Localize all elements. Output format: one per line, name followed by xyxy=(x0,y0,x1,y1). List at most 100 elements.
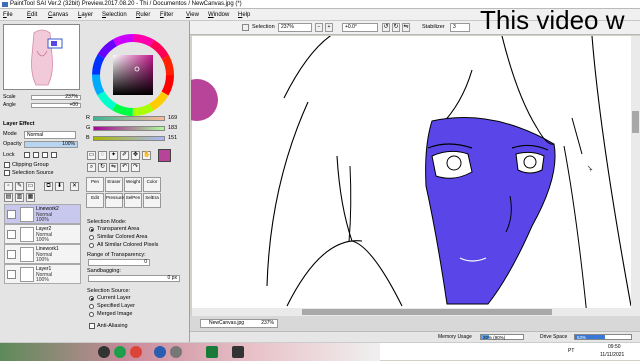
clock-date[interactable]: 11/11/2021 xyxy=(600,352,624,358)
selection-source-header: Selection Source: xyxy=(87,288,131,294)
selection-source-checkbox[interactable] xyxy=(4,170,10,176)
clipping-group-checkbox[interactable] xyxy=(4,162,10,168)
g-slider[interactable] xyxy=(93,126,165,131)
eyedropper-icon[interactable]: ✐ xyxy=(120,151,129,160)
visibility-eye-icon[interactable] xyxy=(7,250,16,259)
new-linework-icon[interactable]: ✎ xyxy=(15,182,24,191)
layer-effect-header[interactable]: Layer Effect xyxy=(3,121,35,127)
edge-icon[interactable] xyxy=(98,346,110,358)
zoom-select[interactable]: 237% xyxy=(278,23,312,32)
current-color-swatch[interactable] xyxy=(158,149,171,162)
sandbagging-input[interactable]: 0 px xyxy=(88,275,180,282)
navigator-preview[interactable] xyxy=(3,24,80,90)
horizontal-scrollbar[interactable] xyxy=(192,308,631,316)
stabilizer-select[interactable]: 3 xyxy=(450,23,470,32)
similar-colored-area-radio[interactable] xyxy=(89,235,94,240)
visibility-eye-icon[interactable] xyxy=(7,270,16,279)
brush-pen[interactable]: Pen xyxy=(86,177,104,192)
layer-tool-icon-b[interactable]: ▥ xyxy=(15,193,24,202)
zoom-icon[interactable]: ⌕ xyxy=(87,163,96,172)
b-slider[interactable] xyxy=(93,136,165,141)
layer-thumbnail xyxy=(20,247,34,262)
layer-item-layer1[interactable]: Layer1 Normal 100% xyxy=(4,264,81,284)
transparent-area-radio[interactable] xyxy=(89,227,94,232)
menu-canvas[interactable]: Canvas xyxy=(48,11,68,19)
rotation-select[interactable]: +0.0° xyxy=(342,23,378,32)
copy-layer-icon[interactable]: ⧉ xyxy=(44,182,53,191)
excel-icon[interactable] xyxy=(206,346,218,358)
brush-eraser[interactable]: Eraser xyxy=(105,177,123,192)
layer-tool-icon-c[interactable]: ▦ xyxy=(26,193,35,202)
document-tab[interactable]: NewCanvas.jpg 237% xyxy=(200,319,278,328)
visibility-eye-icon[interactable] xyxy=(7,230,16,239)
lock-checkbox-4[interactable] xyxy=(51,152,57,158)
vertical-scroll-thumb[interactable] xyxy=(632,111,639,133)
brush-edit[interactable]: Edit xyxy=(86,193,104,208)
magic-wand-icon[interactable]: ✦ xyxy=(109,151,118,160)
layer-item-layer2[interactable]: Layer2 Normal 100% xyxy=(4,224,81,244)
range-transparency-input[interactable]: 0 xyxy=(88,259,150,266)
menu-help[interactable]: Help xyxy=(238,11,250,19)
spotify-icon[interactable] xyxy=(114,346,126,358)
flip-icon[interactable]: ⇋ xyxy=(109,163,118,172)
app-icon-2[interactable] xyxy=(170,346,182,358)
color-wheel[interactable] xyxy=(91,33,175,117)
menu-window[interactable]: Window xyxy=(208,11,229,19)
horizontal-scroll-thumb[interactable] xyxy=(302,309,552,315)
menu-edit[interactable]: Edit xyxy=(27,11,37,19)
merge-layer-icon[interactable]: ⬇ xyxy=(55,182,64,191)
new-layer-icon[interactable]: ▫ xyxy=(4,182,13,191)
specified-layer-radio[interactable] xyxy=(89,304,94,309)
vertical-scrollbar[interactable] xyxy=(631,36,640,316)
menu-view[interactable]: View xyxy=(186,11,199,19)
menu-filter[interactable]: Filter xyxy=(160,11,173,19)
all-similar-pixels-radio[interactable] xyxy=(89,243,94,248)
app-icon-1[interactable] xyxy=(154,346,166,358)
r-slider[interactable] xyxy=(93,116,165,121)
layer-opacity: 100% xyxy=(36,237,49,243)
zoom-in-icon[interactable]: + xyxy=(325,23,333,32)
menu-ruler[interactable]: Ruler xyxy=(136,11,150,19)
drawing-canvas[interactable]: + xyxy=(192,36,631,316)
brush-selera[interactable]: SelEra xyxy=(143,193,161,208)
artwork: + xyxy=(192,36,631,316)
menu-selection[interactable]: Selection xyxy=(102,11,127,19)
menu-file[interactable]: File xyxy=(3,11,13,19)
scale-row: Scale 237% xyxy=(3,94,81,101)
rect-select-icon[interactable]: ▭ xyxy=(87,151,96,160)
layer-tool-icon-a[interactable]: ▤ xyxy=(4,193,13,202)
mode-select[interactable]: Normal xyxy=(24,131,76,139)
zoom-out-icon[interactable]: − xyxy=(315,23,323,32)
opacity-slider[interactable]: 100% xyxy=(24,141,78,148)
language-indicator[interactable]: PT xyxy=(568,348,574,354)
redo-icon[interactable]: ↷ xyxy=(131,163,140,172)
move-icon[interactable]: ✥ xyxy=(131,151,140,160)
rotate-right-icon[interactable]: ↻ xyxy=(392,23,400,32)
lasso-icon[interactable]: ◌ xyxy=(98,151,107,160)
brush-weight[interactable]: Weight xyxy=(124,177,142,192)
lock-checkbox-2[interactable] xyxy=(33,152,39,158)
brush-color[interactable]: Color xyxy=(143,177,161,192)
hand-icon[interactable]: ✋ xyxy=(142,151,151,160)
rotate-icon[interactable]: ↻ xyxy=(98,163,107,172)
rotate-left-icon[interactable]: ↺ xyxy=(382,23,390,32)
layer-item-linework1[interactable]: Linework1 Normal 100% xyxy=(4,244,81,264)
brush-pressure[interactable]: Pressure xyxy=(105,193,124,208)
merged-image-radio[interactable] xyxy=(89,312,94,317)
brush-selpen[interactable]: SelPen xyxy=(124,193,142,208)
visibility-eye-icon[interactable] xyxy=(7,210,16,219)
clock-time[interactable]: 09:50 xyxy=(608,344,621,350)
lock-checkbox-1[interactable] xyxy=(24,152,30,158)
antialias-checkbox[interactable] xyxy=(89,323,95,329)
lock-checkbox-3[interactable] xyxy=(42,152,48,158)
flip-horizontal-icon[interactable]: ⇋ xyxy=(402,23,410,32)
delete-layer-icon[interactable]: ✕ xyxy=(70,182,79,191)
sai-taskbar-icon[interactable] xyxy=(232,346,244,358)
selection-checkbox[interactable] xyxy=(242,24,249,31)
menu-layer[interactable]: Layer xyxy=(78,11,93,19)
chrome-icon[interactable] xyxy=(130,346,142,358)
layer-item-linework2[interactable]: Linework2 Normal 100% xyxy=(4,204,81,224)
undo-icon[interactable]: ↶ xyxy=(120,163,129,172)
current-layer-radio[interactable] xyxy=(89,296,94,301)
new-folder-icon[interactable]: ▭ xyxy=(26,182,35,191)
